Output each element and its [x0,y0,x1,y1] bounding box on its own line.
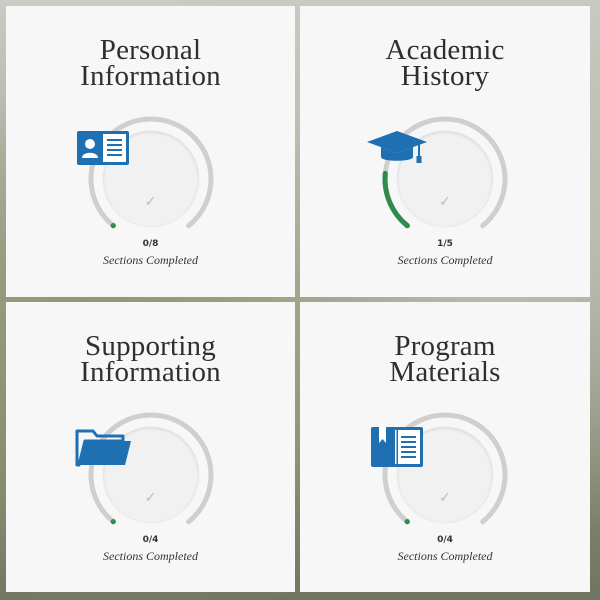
sections-completed-label: Sections Completed [103,253,198,267]
card-title-line2: Information [80,356,221,388]
sections-completed-label: Sections Completed [103,549,198,563]
id-card-icon [76,131,129,165]
card-title: Supporting Information [6,332,295,388]
application-sections-grid: Personal Information ✓ 0/8 Sections Comp… [0,0,600,600]
check-icon: ✓ [439,490,451,506]
progress-start-dot [404,519,410,525]
card-academic-history[interactable]: Academic History ✓ 1/5 Sections Complete… [300,6,590,297]
card-title: Academic History [300,36,590,92]
progress-ring: ✓ [371,410,510,540]
progress-start-dot [110,223,116,229]
progress-ring: ✓ [76,114,216,244]
graduation-cap-icon [367,131,427,163]
sections-completed-label: Sections Completed [397,549,493,563]
ring-inner-circle: ✓ [367,131,493,227]
card-title-line2: Information [80,60,221,92]
progress-ring: ✓ [75,410,216,540]
sections-count: 0/8 [142,239,159,249]
sections-count: 1/5 [437,239,453,249]
ring-inner-circle: ✓ [75,427,199,523]
ring-inner-circle: ✓ [76,131,199,227]
card-personal-information[interactable]: Personal Information ✓ 0/8 Sections Comp… [6,6,295,297]
sections-count: 0/4 [437,535,453,545]
card-title: Personal Information [6,36,295,92]
folder-icon [75,429,131,467]
check-icon: ✓ [439,194,451,210]
book-icon [371,427,423,467]
progress-ring: ✓ [367,114,510,244]
sections-count: 0/4 [142,535,159,545]
check-icon: ✓ [144,490,157,506]
card-supporting-information[interactable]: Supporting Information ✓ 0/4 Sections Co… [6,302,295,592]
card-title-line2: Materials [389,356,501,388]
ring-inner-circle: ✓ [371,427,493,523]
progress-start-dot [404,223,410,229]
sections-completed-label: Sections Completed [397,253,493,267]
progress-start-dot [110,519,116,525]
card-program-materials[interactable]: Program Materials ✓ 0/4 Sections Complet… [300,302,590,592]
check-icon: ✓ [144,194,157,210]
card-title: Program Materials [300,332,590,388]
card-title-line2: History [400,60,490,92]
